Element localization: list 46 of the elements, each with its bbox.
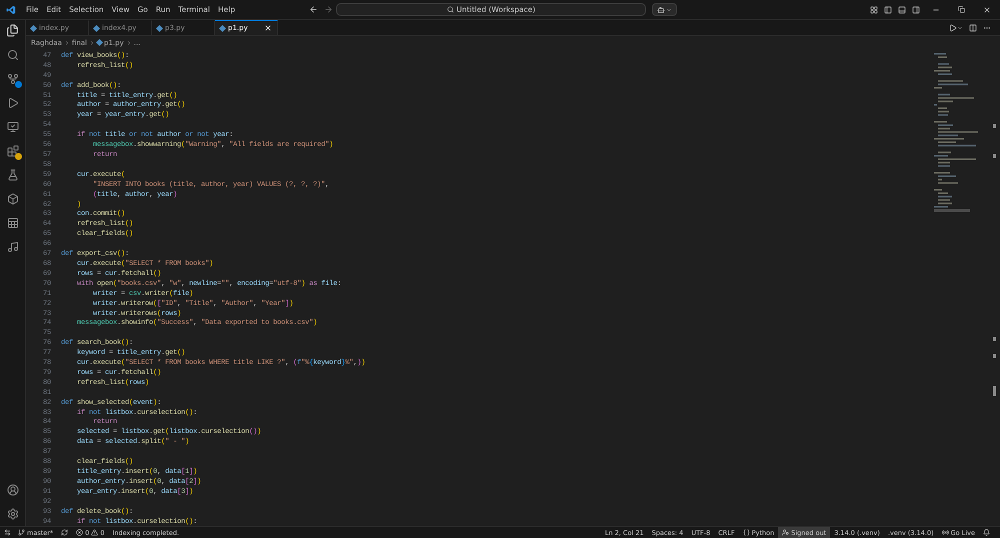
source-control-icon[interactable]	[6, 73, 18, 85]
close-icon	[983, 6, 991, 14]
python-file-icon	[218, 24, 226, 32]
table-icon[interactable]	[6, 217, 18, 229]
arrow-left-icon	[309, 5, 318, 14]
arrows-icon	[4, 529, 10, 536]
monitor-icon[interactable]	[6, 121, 18, 133]
warning-icon	[91, 529, 98, 536]
python-file-icon	[30, 24, 38, 32]
chevron-icon	[126, 40, 132, 46]
chevron-icon	[64, 40, 70, 46]
search-icon[interactable]	[6, 49, 18, 61]
chevron-icon	[89, 40, 95, 46]
play-icon	[949, 24, 957, 32]
extensions-icon[interactable]	[6, 145, 18, 157]
braces-icon	[742, 529, 750, 536]
box-icon[interactable]	[6, 193, 18, 205]
robot-icon	[657, 6, 665, 14]
notification-badge	[14, 153, 22, 160]
close-icon[interactable]	[264, 24, 272, 32]
panel-bottom-icon	[898, 6, 906, 14]
music-note-icon[interactable]	[6, 241, 18, 253]
app-logo-icon	[6, 4, 16, 14]
flask-icon[interactable]	[6, 169, 18, 181]
search-icon	[446, 6, 454, 13]
sync-icon	[61, 529, 68, 536]
bell-icon	[983, 529, 990, 536]
run-icon[interactable]	[6, 97, 18, 109]
copilot-button[interactable]	[652, 3, 677, 16]
restore-icon	[958, 6, 965, 13]
arrow-right-icon	[324, 5, 333, 14]
panel-left-icon	[884, 6, 892, 14]
split-icon	[969, 24, 977, 32]
panel-right-icon	[912, 6, 920, 14]
grid-icon	[870, 6, 878, 14]
notification-badge	[14, 81, 22, 88]
caret-icon	[666, 6, 672, 12]
branch-icon	[18, 529, 25, 536]
account-icon	[782, 529, 790, 536]
error-icon	[76, 529, 84, 536]
settings-icon[interactable]	[6, 508, 18, 520]
python-file-icon	[156, 24, 164, 32]
explorer-icon[interactable]	[6, 24, 19, 37]
account-icon[interactable]	[6, 484, 18, 496]
broadcast-icon	[942, 529, 949, 536]
caret-icon	[957, 24, 963, 30]
